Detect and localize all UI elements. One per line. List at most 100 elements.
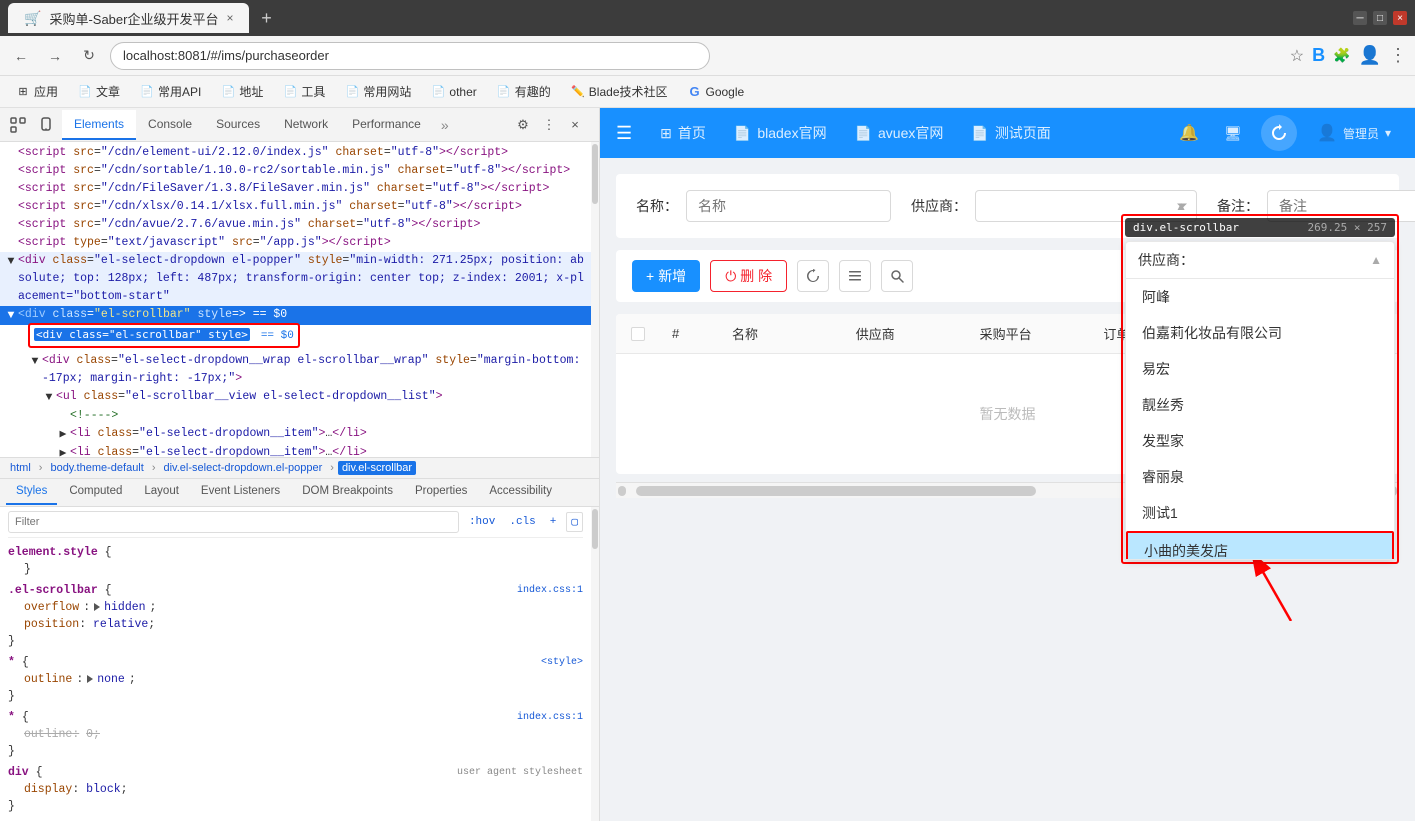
code-line-4[interactable]: <script src="/cdn/xlsx/0.14.1/xlsx.full.… [0, 198, 591, 216]
tab-event-listeners[interactable]: Event Listeners [191, 479, 290, 505]
code-line-1[interactable]: <script src="/cdn/element-ui/2.12.0/inde… [0, 144, 591, 162]
code-line-2[interactable]: <script src="/cdn/sortable/1.10.0-rc2/so… [0, 162, 591, 180]
refresh-table-button[interactable] [797, 260, 829, 292]
css-source-index[interactable]: index.css:1 [517, 709, 583, 726]
dropdown-item-liangsi[interactable]: 靓丝秀 [1126, 387, 1394, 423]
back-button[interactable]: ← [8, 43, 34, 69]
code-line-3[interactable]: <script src="/cdn/FileSaver/1.3.8/FileSa… [0, 180, 591, 198]
code-line-li-2[interactable]: ▶ <li class="el-select-dropdown__item">…… [0, 444, 591, 457]
breadcrumb-el-select[interactable]: div.el-select-dropdown.el-popper [159, 461, 326, 475]
toggle-sidebar-button[interactable]: ▢ [566, 512, 583, 532]
toggle-li-2[interactable]: ▶ [56, 445, 70, 457]
scrollbar-thumb[interactable] [592, 144, 598, 204]
notification-button[interactable]: 🔔 [1173, 117, 1205, 149]
add-button[interactable]: + 新增 [632, 260, 700, 292]
minimize-button[interactable]: ─ [1353, 11, 1367, 25]
code-line-comment[interactable]: <!----> [0, 407, 591, 425]
toggle-8[interactable]: ▼ [42, 389, 56, 407]
bookmark-dizhi[interactable]: 📄 地址 [213, 80, 271, 103]
css-source-star[interactable]: <style> [541, 654, 583, 671]
nav-bladex[interactable]: 📄 bladex官网 [722, 117, 839, 149]
refresh-cache-button[interactable] [1261, 115, 1297, 151]
bookmark-gongju[interactable]: 📄 工具 [275, 80, 333, 103]
tab-accessibility[interactable]: Accessibility [479, 479, 562, 505]
more-tabs-button[interactable]: » [433, 117, 457, 133]
code-line-dropdown[interactable]: ▼ <div class="el-select-dropdown el-popp… [0, 252, 591, 306]
tab-properties[interactable]: Properties [405, 479, 477, 505]
bookmark-apps[interactable]: ⊞ 应用 [8, 80, 66, 103]
tab-performance[interactable]: Performance [340, 110, 433, 140]
code-line-7[interactable]: ▼ <div class="el-select-dropdown__wrap e… [0, 352, 591, 388]
forward-button[interactable]: → [42, 43, 68, 69]
triangle-overflow[interactable] [94, 603, 100, 611]
maximize-button[interactable]: □ [1373, 11, 1387, 25]
close-button[interactable]: × [1393, 11, 1407, 25]
mobile-view-button[interactable] [34, 113, 58, 137]
extension-icon-1[interactable]: B [1312, 45, 1325, 66]
devtools-settings-button[interactable]: ⚙ [511, 113, 535, 137]
bookmark-interesting[interactable]: 📄 有趣的 [489, 80, 559, 103]
toggle-li-1[interactable]: ▶ [56, 426, 70, 444]
styles-panel-scrollbar[interactable] [591, 507, 599, 821]
devtools-more-button[interactable]: ⋮ [537, 113, 561, 137]
devtools-close-button[interactable]: × [563, 113, 587, 137]
search-toolbar-button[interactable] [881, 260, 913, 292]
breadcrumb-body[interactable]: body.theme-default [46, 461, 147, 475]
styles-panel[interactable]: :hov .cls + ▢ element.style { } .el-scro… [0, 507, 591, 821]
dropdown-item-ruiliquan[interactable]: 睿丽泉 [1126, 459, 1394, 495]
code-line-li-1[interactable]: ▶ <li class="el-select-dropdown__item">…… [0, 425, 591, 444]
address-input[interactable] [110, 42, 710, 70]
code-line-6[interactable]: <script type="text/javascript" src="/app… [0, 234, 591, 252]
bookmark-wenzhang[interactable]: 📄 文章 [70, 80, 128, 103]
new-tab-button[interactable]: + [253, 5, 279, 31]
css-source-scrollbar[interactable]: index.css:1 [517, 582, 583, 599]
bookmark-other[interactable]: 📄 other [423, 82, 484, 102]
cls-button[interactable]: .cls [505, 514, 539, 530]
hover-state-button[interactable]: :hov [465, 514, 499, 530]
code-line-8[interactable]: ▼ <ul class="el-scrollbar__view el-selec… [0, 388, 591, 407]
tab-computed[interactable]: Computed [59, 479, 132, 505]
tab-close-button[interactable]: × [226, 11, 233, 25]
styles-scrollbar-thumb[interactable] [592, 509, 598, 549]
monitor-button[interactable]: 🖥 [1217, 117, 1249, 149]
delete-button[interactable]: ⏻ 删 除 [710, 260, 787, 292]
tab-console[interactable]: Console [136, 110, 204, 140]
styles-filter-input[interactable] [8, 511, 459, 533]
dropdown-item-faxing[interactable]: 发型家 [1126, 423, 1394, 459]
bookmark-google[interactable]: G Google [680, 82, 753, 102]
code-line-5[interactable]: <script src="/cdn/avue/2.7.6/avue.min.js… [0, 216, 591, 234]
triangle-outline[interactable] [87, 675, 93, 683]
horizontal-scroll-thumb[interactable] [636, 486, 1036, 496]
html-view-scrollbar[interactable] [591, 142, 599, 457]
more-menu-button[interactable]: ⋮ [1389, 45, 1407, 66]
html-view[interactable]: <script src="/cdn/element-ui/2.12.0/inde… [0, 142, 591, 457]
name-input[interactable] [686, 190, 891, 222]
tab-dom-breakpoints[interactable]: DOM Breakpoints [292, 479, 403, 505]
breadcrumb-html[interactable]: html [6, 461, 35, 475]
bookmark-blade[interactable]: ✏️ Blade技术社区 [563, 80, 676, 103]
dropdown-item-test1[interactable]: 测试1 [1126, 495, 1394, 531]
toggle-dropdown[interactable]: ▼ [4, 253, 18, 271]
user-account-icon[interactable]: 👤 [1359, 45, 1381, 66]
extensions-button[interactable]: 🧩 [1333, 47, 1350, 64]
bookmark-star-icon[interactable]: ☆ [1290, 46, 1304, 66]
nav-test[interactable]: 📄 测试页面 [959, 117, 1062, 149]
refresh-button[interactable]: ↻ [76, 43, 102, 69]
bookmark-api[interactable]: 📄 常用API [132, 80, 209, 103]
breadcrumb-el-scrollbar[interactable]: div.el-scrollbar [338, 461, 416, 475]
dropdown-item-bojiali[interactable]: 伯嘉莉化妆品有限公司 [1126, 315, 1394, 351]
tab-styles[interactable]: Styles [6, 479, 57, 505]
tab-layout[interactable]: Layout [134, 479, 189, 505]
user-info[interactable]: 👤 管理员 ▾ [1309, 119, 1399, 147]
tab-network[interactable]: Network [272, 110, 340, 140]
dropdown-collapse-arrow[interactable]: ▲ [1370, 253, 1382, 267]
add-rule-button[interactable]: + [546, 514, 561, 530]
select-all-checkbox[interactable] [631, 327, 645, 341]
tab-elements[interactable]: Elements [62, 110, 136, 140]
element-picker-button[interactable] [6, 113, 30, 137]
dropdown-item-xiaoqu[interactable]: 小曲的美发店 [1128, 533, 1392, 559]
bookmark-websites[interactable]: 📄 常用网站 [337, 80, 419, 103]
dropdown-item-yihong[interactable]: 易宏 [1126, 351, 1394, 387]
tab-sources[interactable]: Sources [204, 110, 272, 140]
dropdown-item-afeng[interactable]: 阿峰 [1126, 279, 1394, 315]
